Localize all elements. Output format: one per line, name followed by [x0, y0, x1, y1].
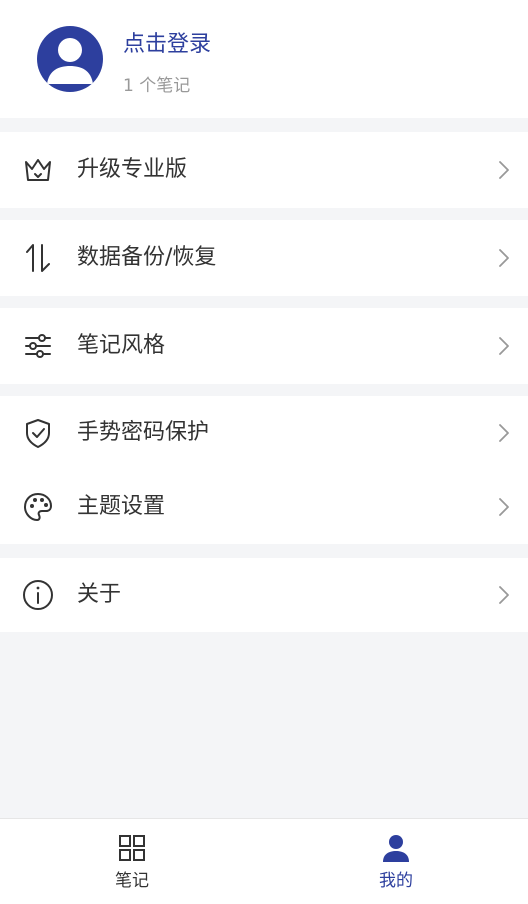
shield-check-icon	[20, 415, 56, 451]
sliders-icon	[20, 328, 56, 364]
menu-item-backup[interactable]: 数据备份/恢复	[0, 220, 528, 296]
chevron-right-icon	[499, 161, 509, 179]
menu-label-theme: 主题设置	[77, 494, 166, 519]
chevron-right-icon	[499, 586, 509, 604]
menu-label-backup: 数据备份/恢复	[77, 245, 217, 270]
menu-group-security: 手势密码保护 主题设置	[0, 396, 528, 544]
login-title[interactable]: 点击登录	[123, 30, 211, 60]
tab-label-notes: 笔记	[115, 871, 149, 891]
tab-mine[interactable]: 我的	[264, 819, 528, 904]
grid-icon	[119, 835, 145, 861]
person-icon	[383, 835, 409, 862]
menu-item-about[interactable]: 关于	[0, 558, 528, 632]
crown-icon	[20, 152, 56, 188]
menu-group-backup: 数据备份/恢复	[0, 220, 528, 296]
menu-group-upgrade: 升级专业版	[0, 132, 528, 208]
info-icon	[20, 577, 56, 613]
menu-item-upgrade[interactable]: 升级专业版	[0, 132, 528, 208]
menu-item-note-style[interactable]: 笔记风格	[0, 308, 528, 384]
note-count: 1 个笔记	[123, 76, 191, 96]
avatar-icon[interactable]	[37, 26, 103, 92]
chevron-right-icon	[499, 498, 509, 516]
tab-notes[interactable]: 笔记	[0, 819, 264, 904]
menu-label-gesture-lock: 手势密码保护	[77, 420, 210, 445]
chevron-right-icon	[499, 424, 509, 442]
chevron-right-icon	[499, 249, 509, 267]
menu-label-note-style: 笔记风格	[77, 333, 166, 358]
menu-label-upgrade: 升级专业版	[77, 157, 188, 182]
chevron-right-icon	[499, 337, 509, 355]
menu-group-note-style: 笔记风格	[0, 308, 528, 384]
profile-header[interactable]: 点击登录 1 个笔记	[0, 0, 528, 118]
bottom-tab-bar: 笔记 我的	[0, 818, 528, 904]
palette-icon	[20, 489, 56, 525]
tab-label-mine: 我的	[379, 871, 413, 891]
sort-arrows-icon	[20, 240, 56, 276]
menu-item-theme[interactable]: 主题设置	[0, 470, 528, 544]
menu-item-gesture-lock[interactable]: 手势密码保护	[0, 396, 528, 470]
menu-group-about: 关于	[0, 558, 528, 632]
menu-label-about: 关于	[77, 582, 122, 607]
